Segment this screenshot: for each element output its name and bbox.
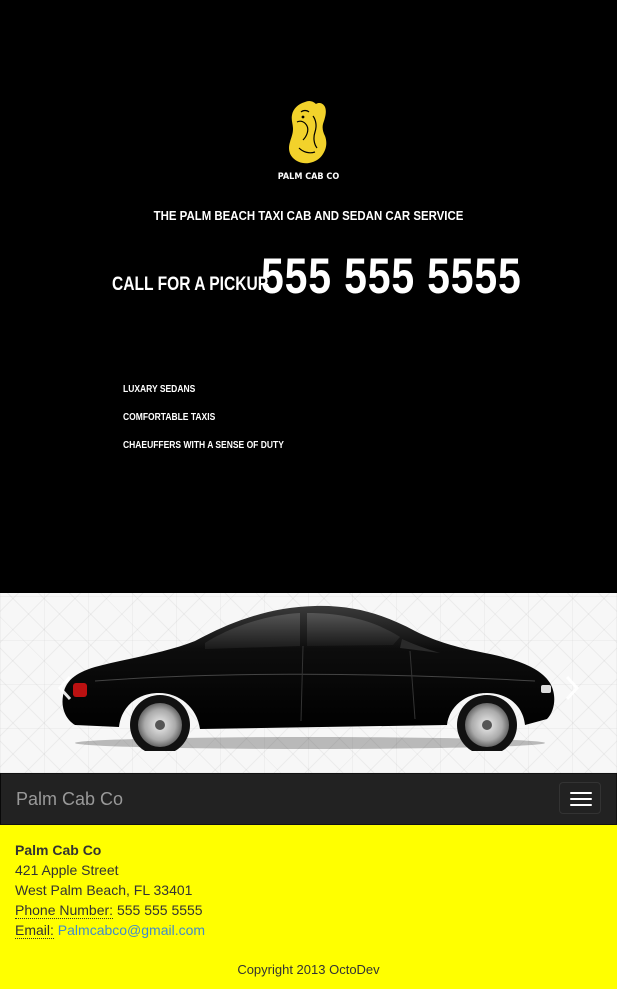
city-state-zip: West Palm Beach, FL 33401 bbox=[15, 882, 193, 898]
black-sedan-image bbox=[62, 605, 555, 751]
phone-number: 555 555 5555 bbox=[261, 248, 522, 304]
feature-item: LUXARY SEDANS bbox=[123, 384, 196, 395]
call-row: CALL FOR A PICKUP 555 555 5555 bbox=[0, 250, 617, 310]
chevron-left-icon[interactable] bbox=[55, 673, 75, 703]
phone-label: Phone Number: bbox=[15, 902, 114, 919]
feature-item: COMFORTABLE TAXIS bbox=[123, 412, 216, 423]
navbar: Palm Cab Co bbox=[0, 773, 617, 825]
horse-logo-icon bbox=[289, 100, 327, 164]
footer: Palm Cab Co 421 Apple Street West Palm B… bbox=[0, 825, 617, 989]
brand-link[interactable]: Palm Cab Co bbox=[16, 789, 123, 810]
chevron-right-icon[interactable] bbox=[562, 673, 582, 703]
copyright: Copyright 2013 OctoDev bbox=[237, 962, 380, 977]
company-name: Palm Cab Co bbox=[15, 842, 102, 858]
email-label: Email: bbox=[15, 922, 54, 939]
feature-item: CHAEUFFERS WITH A SENSE OF DUTY bbox=[123, 440, 284, 451]
hero-section: PALM CAB CO THE PALM BEACH TAXI CAB AND … bbox=[0, 0, 617, 593]
tagline: THE PALM BEACH TAXI CAB AND SEDAN CAR SE… bbox=[153, 208, 464, 223]
call-label: CALL FOR A PICKUP bbox=[112, 274, 269, 295]
street-address: 421 Apple Street bbox=[15, 862, 119, 878]
phone-line: Phone Number: 555 555 5555 bbox=[15, 900, 205, 920]
car-carousel bbox=[0, 593, 617, 773]
logo-text: PALM CAB CO bbox=[277, 172, 340, 182]
phone-value: 555 555 5555 bbox=[116, 902, 203, 918]
email-link[interactable]: Palmcabco@gmail.com bbox=[58, 922, 205, 938]
address-block: Palm Cab Co 421 Apple Street West Palm B… bbox=[15, 840, 205, 940]
feature-list: LUXARY SEDANS COMFORTABLE TAXIS CHAEUFFE… bbox=[123, 384, 312, 468]
navbar-toggle-button[interactable] bbox=[559, 782, 601, 814]
email-line: Email: Palmcabco@gmail.com bbox=[15, 920, 205, 940]
